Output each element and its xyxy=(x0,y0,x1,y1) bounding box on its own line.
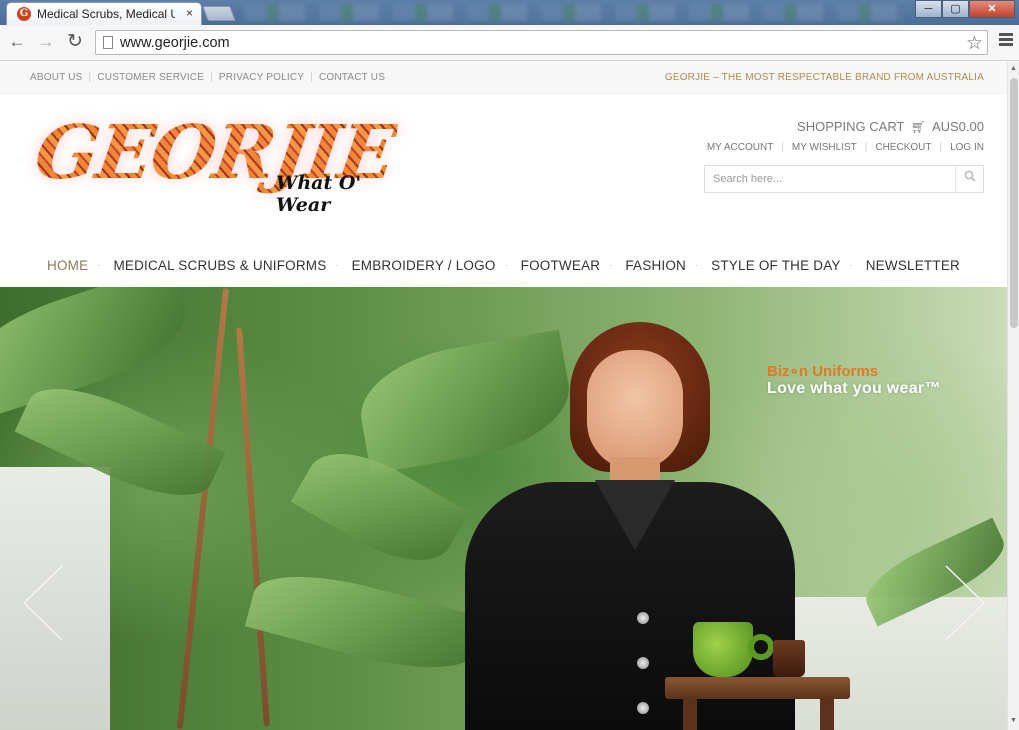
scroll-up-icon[interactable]: ▲ xyxy=(1010,65,1017,72)
promo-brand: Biz∘n Uniforms xyxy=(767,363,879,380)
window-close-button[interactable]: ✕ xyxy=(969,0,1015,18)
search-icon[interactable] xyxy=(955,166,983,192)
back-arrow-icon[interactable]: ← xyxy=(6,31,28,53)
banana-leaf xyxy=(244,558,486,686)
checkout-link[interactable]: CHECKOUT xyxy=(875,142,931,153)
nav-newsletter[interactable]: NEWSLETTER xyxy=(866,258,960,273)
my-wishlist-link[interactable]: MY WISHLIST xyxy=(792,142,857,153)
vertical-scrollbar[interactable]: ▲ ▼ xyxy=(1007,62,1019,730)
hero-slider[interactable]: Biz∘n Uniforms Love what you wear™ xyxy=(0,287,1007,730)
address-bar[interactable]: www.georjie.com ☆ xyxy=(95,30,988,55)
nav-home[interactable]: HOME xyxy=(47,258,88,273)
contact-us-link[interactable]: CONTACT US xyxy=(319,72,385,83)
georjie-favicon-icon: G xyxy=(17,7,31,21)
top-links-bar: ABOUT US | CUSTOMER SERVICE | PRIVACY POLI… xyxy=(0,62,1007,94)
reload-icon[interactable]: ↻ xyxy=(64,31,86,53)
hero-model xyxy=(465,322,850,730)
forward-arrow-icon[interactable]: → xyxy=(35,31,57,53)
url-text[interactable]: www.georjie.com xyxy=(120,35,230,51)
shopping-cart-link[interactable]: SHOPPING CART 🛒︎ AUS0.00 xyxy=(797,119,984,134)
search-box xyxy=(704,165,984,193)
cart-amount: AUS0.00 xyxy=(931,119,984,134)
chrome-menu-icon[interactable] xyxy=(999,33,1013,47)
cart-label: SHOPPING CART xyxy=(797,119,905,134)
scroll-thumb[interactable] xyxy=(1010,78,1018,328)
log-in-link[interactable]: LOG IN xyxy=(950,142,984,153)
wooden-tray xyxy=(665,677,850,699)
slider-prev-arrow-icon[interactable] xyxy=(22,564,64,642)
cart-icon: 🛒︎ xyxy=(910,120,927,134)
maximize-button[interactable]: ▢ xyxy=(942,0,969,18)
logo-subtitle: What O' Wear xyxy=(276,172,362,216)
privacy-policy-link[interactable]: PRIVACY POLICY xyxy=(219,72,304,83)
scroll-down-icon[interactable]: ▼ xyxy=(1010,717,1017,724)
nav-footwear[interactable]: FOOTWEAR xyxy=(521,258,601,273)
browser-tabstrip: G Medical Scrubs, Medical U × ─ ▢ ✕ xyxy=(0,0,1019,25)
new-tab-button[interactable] xyxy=(202,6,236,21)
account-links: MY ACCOUNT | MY WISHLIST | CHECKOUT | LOG I… xyxy=(706,142,984,153)
page: ABOUT US | CUSTOMER SERVICE | PRIVACY POLI… xyxy=(0,62,1007,730)
tea-glass xyxy=(773,640,805,677)
georjie-logo[interactable]: GEORJIE What O' Wear xyxy=(30,104,422,216)
top-links: ABOUT US | CUSTOMER SERVICE | PRIVACY POLI… xyxy=(30,72,386,83)
slider-next-arrow-icon[interactable] xyxy=(944,564,986,642)
site-header: GEORJIE What O' Wear SHOPPING CART 🛒︎ AU… xyxy=(0,94,1007,286)
about-us-link[interactable]: ABOUT US xyxy=(30,72,83,83)
window-controls: ─ ▢ ✕ xyxy=(915,0,1015,18)
nav-medical-scrubs[interactable]: MEDICAL SCRUBS & UNIFORMS xyxy=(113,258,326,273)
minimize-button[interactable]: ─ xyxy=(915,0,942,18)
nav-style-of-the-day[interactable]: STYLE OF THE DAY xyxy=(711,258,840,273)
blurred-taskbar-area xyxy=(245,4,905,21)
bookmark-star-icon[interactable]: ☆ xyxy=(966,32,983,55)
tab-close-icon[interactable]: × xyxy=(186,6,193,20)
tab-title: Medical Scrubs, Medical U xyxy=(37,7,175,21)
main-navigation: HOME · MEDICAL SCRUBS & UNIFORMS · EMBROID… xyxy=(47,258,960,273)
nav-embroidery-logo[interactable]: EMBROIDERY / LOGO xyxy=(352,258,496,273)
search-input[interactable] xyxy=(705,166,955,192)
promo-slogan: Love what you wear™ xyxy=(767,380,941,397)
customer-service-link[interactable]: CUSTOMER SERVICE xyxy=(97,72,204,83)
my-account-link[interactable]: MY ACCOUNT xyxy=(707,142,774,153)
browser-tab[interactable]: G Medical Scrubs, Medical U × xyxy=(6,2,202,25)
page-icon xyxy=(103,36,113,49)
browser-toolbar: ← → ↻ www.georjie.com ☆ xyxy=(0,25,1019,61)
brand-tagline: GEORJIE – THE MOST RESPECTABLE BRAND FRO… xyxy=(664,72,984,83)
green-mug xyxy=(693,622,753,677)
nav-fashion[interactable]: FASHION xyxy=(625,258,686,273)
